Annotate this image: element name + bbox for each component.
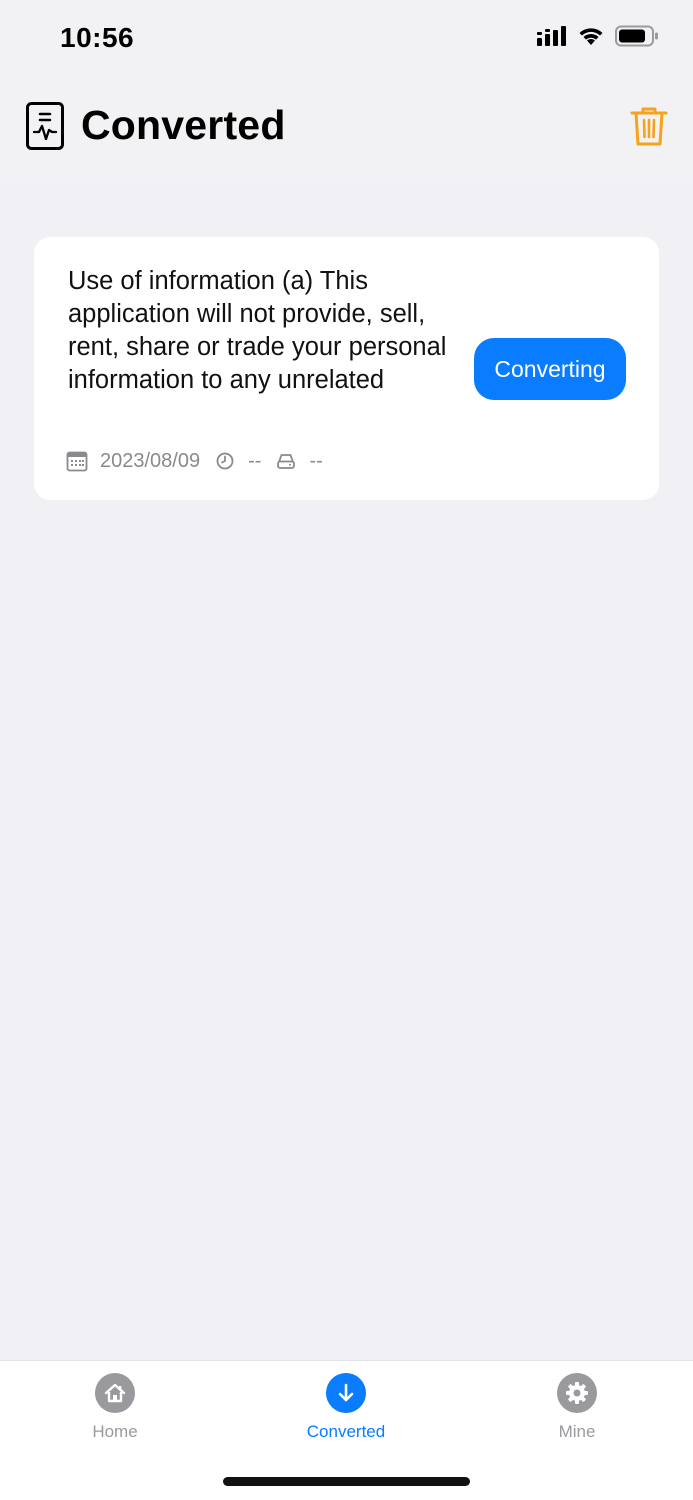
wifi-icon: [577, 25, 605, 51]
screen: 10:56 Converted Use of information (a) T…: [0, 0, 693, 1500]
tab-converted[interactable]: Converted: [276, 1373, 416, 1445]
status-bar: 10:56: [0, 0, 693, 78]
storage-drive-icon: [275, 450, 297, 472]
tab-home-label: Home: [92, 1422, 138, 1441]
header: Converted: [0, 78, 693, 178]
status-time: 10:56: [60, 22, 135, 53]
status-icons: [537, 25, 659, 52]
file-meta-row: 2023/08/09 -- --: [66, 449, 323, 473]
tab-mine-label: Mine: [558, 1422, 596, 1441]
file-duration: --: [248, 449, 262, 472]
converting-button[interactable]: Converting: [474, 338, 626, 400]
tab-mine[interactable]: Mine: [507, 1373, 647, 1445]
tab-home[interactable]: Home: [45, 1373, 185, 1445]
file-date: 2023/08/09: [100, 449, 201, 472]
page-title: Converted: [81, 102, 286, 148]
calendar-icon: [66, 450, 88, 472]
trash-button[interactable]: [627, 104, 671, 148]
battery-icon: [615, 25, 659, 52]
home-indicator[interactable]: [223, 1477, 470, 1486]
cellular-signal-icon: [537, 25, 567, 51]
clock-icon: [214, 450, 236, 472]
document-waveform-icon: [25, 101, 65, 151]
file-size: --: [309, 449, 323, 472]
file-name: Use of information (a) This application …: [68, 267, 447, 394]
file-card[interactable]: Use of information (a) This application …: [34, 237, 659, 500]
tab-converted-label: Converted: [306, 1422, 386, 1441]
trash-icon: [630, 107, 668, 146]
home-icon: [95, 1373, 135, 1413]
gear-icon: [557, 1373, 597, 1413]
download-arrow-icon: [326, 1373, 366, 1413]
